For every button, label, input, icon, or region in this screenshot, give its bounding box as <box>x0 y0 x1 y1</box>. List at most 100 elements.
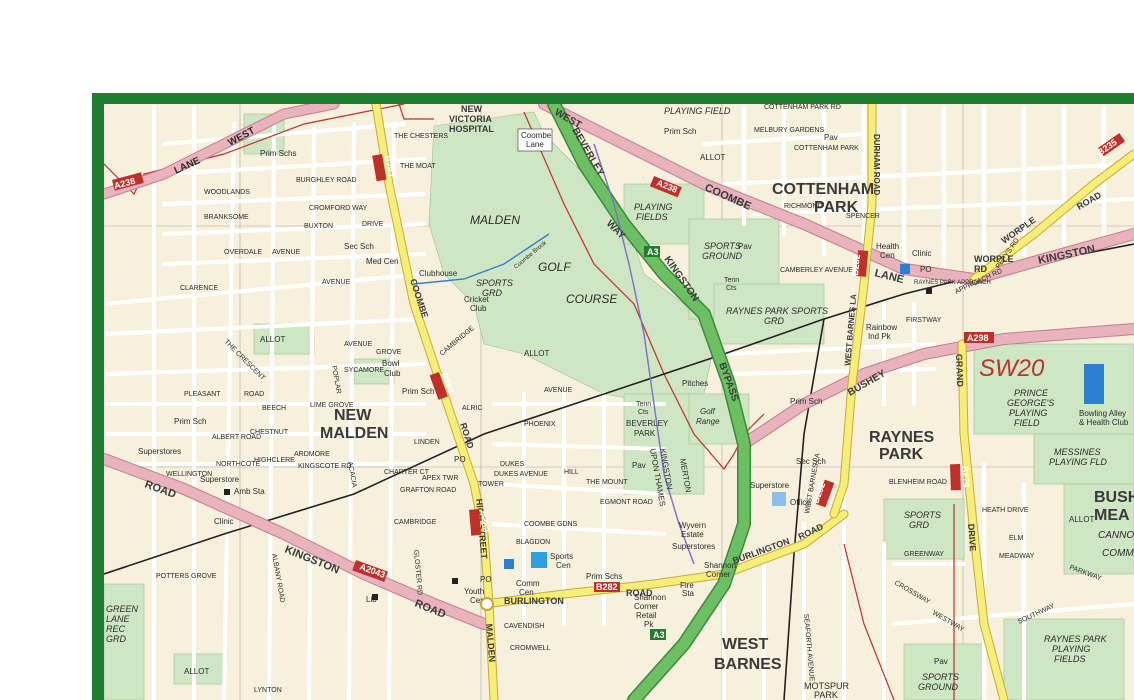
hospital-1: NEW <box>461 104 483 114</box>
shannon-corner-2: Corner <box>706 570 731 579</box>
sports-cen-1: Sports <box>550 552 573 561</box>
raynes-fields-2: PLAYING <box>1052 644 1090 654</box>
map-frame: SW20 NEW MALDEN COTTENHAM PARK RAYNES PA… <box>92 93 1134 700</box>
area-new-malden-2: MALDEN <box>320 425 388 442</box>
street-map: SW20 NEW MALDEN COTTENHAM PARK RAYNES PA… <box>104 104 1134 700</box>
raynes-fields-1: RAYNES PARK <box>1044 634 1108 644</box>
road-burlington: BURLINGTON <box>504 596 564 606</box>
road-cambridge: CAMBRIDGE <box>394 519 437 526</box>
coombe-lane-box-2: Lane <box>526 140 544 149</box>
road-wellington: WELLINGTON <box>166 471 212 478</box>
health-cen-2: Cen <box>880 251 895 260</box>
road-branksome: BRANKSOME <box>204 214 249 221</box>
comm-cen-1: Comm <box>516 579 540 588</box>
wyvern-2: Estate <box>681 530 704 539</box>
prim-sch-label-2: Prim Sch <box>402 387 434 396</box>
roundabout <box>480 597 494 611</box>
shield-b279 <box>950 464 961 491</box>
area-new-malden-1: NEW <box>334 407 372 424</box>
road-melbury: MELBURY GARDENS <box>754 127 824 134</box>
map-canvas[interactable]: SW20 NEW MALDEN COTTENHAM PARK RAYNES PA… <box>104 104 1134 700</box>
road-hill: HILL <box>564 469 579 476</box>
shield-b282-n-text: B282 <box>850 254 862 276</box>
rainbow-2: Ind Pk <box>868 332 892 341</box>
road-grove: GROVE <box>376 349 402 356</box>
road-spencer: SPENCER <box>846 213 880 220</box>
road-drive: DRIVE <box>966 523 978 551</box>
road-firstway: FIRSTWAY <box>906 317 942 324</box>
road-chestnut: CHESTNUT <box>250 429 289 436</box>
fire-sta-2: Sta <box>682 589 695 598</box>
shield-a3-text: A3 <box>647 247 659 257</box>
wyvern-1: Wyvern <box>679 521 706 530</box>
road-cottenham-park-rd2: COTTENHAM PARK <box>794 145 859 152</box>
road-cottenham-park-rd: COTTENHAM PARK RD <box>764 104 841 111</box>
road-road-pl: ROAD <box>244 391 264 398</box>
road-burghley: BURGHLEY ROAD <box>296 177 357 184</box>
beverley-park-1: BEVERLEY <box>626 419 669 428</box>
road-overdale: OVERDALE <box>224 249 262 256</box>
green-lane-1: GREEN <box>106 604 139 614</box>
sports-ground-bottom-2: GROUND <box>918 682 958 692</box>
road-rd: RD <box>974 264 987 274</box>
raynes-sports-1: RAYNES PARK SPORTS <box>726 306 828 316</box>
road-cavendish: CAVENDISH <box>504 623 544 630</box>
princes-field-2: GEORGE'S <box>1007 398 1054 408</box>
road-sycamore: SYCAMORE <box>344 367 384 374</box>
prim-sch-label-3: Prim Sch <box>174 417 206 426</box>
area-cottenham-1: COTTENHAM <box>772 181 874 198</box>
raynes-sports-2: GRD <box>764 316 785 326</box>
clinic-label-2: Clinic <box>912 249 932 258</box>
raynes-fields-3: FIELDS <box>1054 654 1086 664</box>
road-the-moat: THE MOAT <box>400 163 436 170</box>
cannon-2: COMM <box>1102 548 1134 559</box>
tenn-cts-4: Cts <box>726 285 737 292</box>
pav-1: Pav <box>738 242 752 251</box>
po-label-2: PO <box>480 575 492 584</box>
road-grafton: GRAFTON ROAD <box>400 487 456 494</box>
road-highclere: HIGHCLERE <box>254 457 295 464</box>
bowling-1: Bowling Alley <box>1079 409 1126 418</box>
shannon-retail-4: Pk <box>644 620 654 629</box>
allot-4: ALLOT <box>700 153 725 162</box>
sports-ground-1: SPORTS <box>704 241 741 251</box>
road-greenway: GREENWAY <box>904 551 944 558</box>
pav-4: Pav <box>934 657 948 666</box>
sec-sch-label: Sec Sch <box>344 242 374 251</box>
station-symbol <box>926 288 932 294</box>
road-dukes: DUKES <box>500 461 524 468</box>
pav-3: Pav <box>632 461 646 470</box>
shield-a3-south-text: A3 <box>653 630 665 640</box>
road-raynes-park-approach: RAYNES PARK APPROACH <box>914 280 991 286</box>
parking-symbol-2 <box>504 559 514 569</box>
green-lane-2: LANE <box>106 614 131 624</box>
sports-grd-1: SPORTS <box>904 510 941 520</box>
road-avenue: AVENUE <box>322 279 351 286</box>
road-cambridge-n: CAMBRIDGE <box>439 325 476 358</box>
road-poplar: POPLAR <box>330 365 342 394</box>
sports-grd-2: GRD <box>909 520 930 530</box>
cricket-club-1: Cricket <box>464 295 490 304</box>
bowling-2: & Health Club <box>1079 418 1129 427</box>
course-label: COURSE <box>566 292 618 306</box>
area-west-barnes-2: BARNES <box>714 656 782 673</box>
green-lane-4: GRD <box>106 634 127 644</box>
area-bush-1: BUSH <box>1094 489 1134 506</box>
area-bush-2: MEA <box>1094 507 1130 524</box>
prim-schs-label-2: Prim Schs <box>586 572 622 581</box>
amb-sta-label: Amb Sta <box>234 487 265 496</box>
road-potters: POTTERS GROVE <box>156 573 217 580</box>
road-crossway: CROSSWAY <box>893 580 931 606</box>
road-the-mount: THE MOUNT <box>586 479 628 486</box>
road-alric: ALRIC <box>462 405 483 412</box>
road-blagdon: BLAGDON <box>516 539 550 546</box>
allot-5: ALLOT <box>1069 515 1094 524</box>
road-gloster: GLOSTER RD <box>412 550 423 596</box>
green-lane-3: REC <box>106 624 126 634</box>
station-symbol-4 <box>372 594 378 600</box>
playing-field-top: PLAYING FIELD <box>664 106 731 116</box>
road-lime-grove: LIME GROVE <box>310 402 354 409</box>
office-building <box>772 492 786 506</box>
po-label: PO <box>454 455 466 464</box>
superstore-label-2: Superstore <box>750 481 790 490</box>
